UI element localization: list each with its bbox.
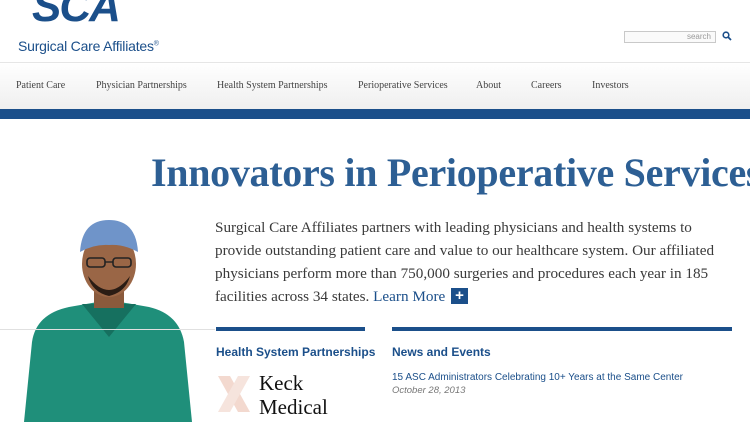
divider-line xyxy=(0,329,215,330)
nav-item-investors[interactable]: Investors xyxy=(592,80,629,91)
news-column-bar xyxy=(392,327,732,331)
medical-line: Medical xyxy=(259,395,328,419)
hero-title: Innovators in Perioperative Services. xyxy=(151,150,750,195)
nav-accent-bar xyxy=(0,109,750,119)
logo-wordmark[interactable]: Surgical Care Affiliates® xyxy=(18,38,159,54)
search-input[interactable]: search xyxy=(624,31,716,43)
nav-item-patient-care[interactable]: Patient Care xyxy=(16,80,65,91)
health-column-bar xyxy=(216,327,365,331)
doctor-photo xyxy=(24,220,192,422)
keck-medical-logo[interactable] xyxy=(216,374,252,414)
news-heading[interactable]: News and Events xyxy=(392,345,491,359)
nav-item-about[interactable]: About xyxy=(476,80,501,91)
registered-mark: ® xyxy=(153,40,159,48)
hero-intro: Surgical Care Affiliates partners with l… xyxy=(215,216,715,308)
sca-logo-mark[interactable]: SCA xyxy=(32,0,136,29)
news-item-date: October 28, 2013 xyxy=(392,385,466,396)
logo-wordmark-text: Surgical Care Affiliates xyxy=(18,38,154,54)
keck-line: Keck xyxy=(259,371,304,395)
plus-icon[interactable]: + xyxy=(451,288,469,304)
search-icon[interactable] xyxy=(722,31,732,41)
health-system-heading[interactable]: Health System Partnerships xyxy=(216,345,375,359)
nav-item-health-system-partnerships[interactable]: Health System Partnerships xyxy=(217,80,328,91)
main-nav: Patient Care Physician Partnerships Heal… xyxy=(0,62,750,109)
learn-more-link[interactable]: Learn More xyxy=(373,288,445,305)
nav-item-physician-partnerships[interactable]: Physician Partnerships xyxy=(96,80,187,91)
nav-item-perioperative-services[interactable]: Perioperative Services xyxy=(358,80,448,91)
nav-item-careers[interactable]: Careers xyxy=(531,80,562,91)
keck-medical-name[interactable]: Keck Medical xyxy=(259,371,328,419)
news-item-title[interactable]: 15 ASC Administrators Celebrating 10+ Ye… xyxy=(392,372,683,383)
